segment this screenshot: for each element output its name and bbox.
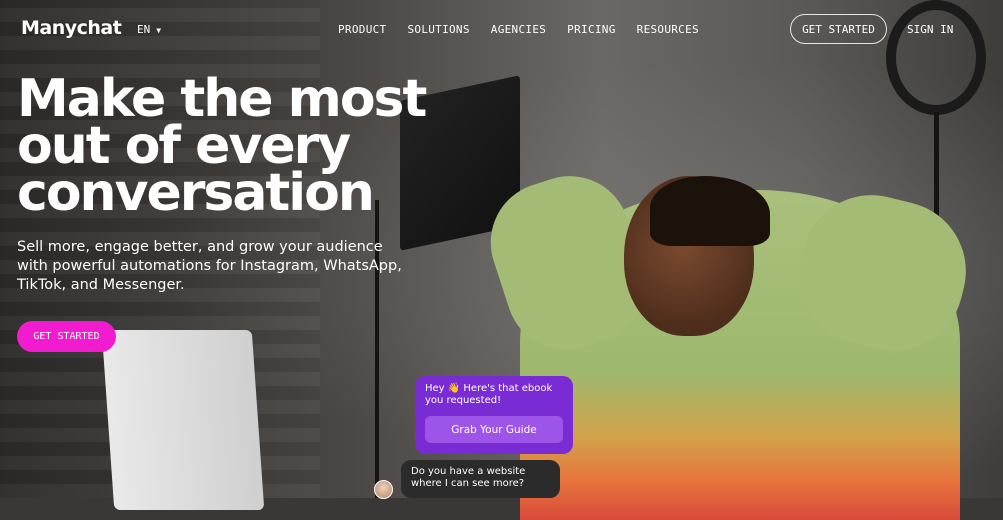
hero-title-line: conversation [17, 163, 375, 223]
language-label: EN [137, 23, 151, 36]
menu-solutions[interactable]: SOLUTIONS [407, 23, 469, 36]
logo[interactable]: Manychat [21, 17, 122, 39]
hero-title: Make the most out of every conversation [17, 73, 427, 223]
top-nav: Manychat EN ▼ PRODUCT SOLUTIONS AGENCIES … [0, 0, 1003, 60]
laptop [101, 330, 265, 510]
main-menu: PRODUCT SOLUTIONS AGENCIES PRICING RESOU… [338, 23, 720, 36]
menu-product[interactable]: PRODUCT [338, 23, 386, 36]
language-selector[interactable]: EN ▼ [137, 23, 161, 36]
get-started-nav-button[interactable]: GET STARTED [790, 14, 887, 44]
grab-guide-button[interactable]: Grab Your Guide [425, 416, 563, 443]
caret-down-icon: ▼ [156, 26, 162, 35]
get-started-hero-button[interactable]: GET STARTED [17, 321, 116, 352]
menu-pricing[interactable]: PRICING [567, 23, 615, 36]
bot-chat-bubble: Hey 👋 Here's that ebook you requested! G… [415, 376, 573, 454]
menu-agencies[interactable]: AGENCIES [491, 23, 546, 36]
user-avatar [374, 480, 393, 499]
hero-subtitle: Sell more, engage better, and grow your … [17, 239, 402, 293]
sign-in-link[interactable]: SIGN IN [907, 23, 953, 36]
bot-message: Hey 👋 Here's that ebook you requested! [425, 383, 553, 406]
user-chat-bubble: Do you have a website where I can see mo… [401, 460, 560, 498]
menu-resources[interactable]: RESOURCES [637, 23, 699, 36]
